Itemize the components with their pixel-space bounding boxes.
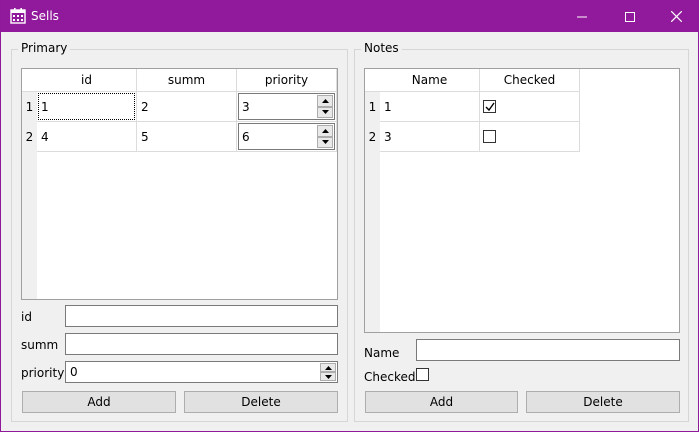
notes-group: Notes Name Checked 1 1 2 3 Name Checked …	[354, 41, 689, 422]
cell-id[interactable]: 1	[37, 92, 137, 122]
row-number[interactable]: 1	[22, 92, 37, 122]
primary-table-header: id summ priority	[37, 69, 337, 92]
table-corner[interactable]	[365, 69, 380, 92]
primary-table[interactable]: id summ priority 1 1 2 3 2 4 5 6	[21, 68, 338, 300]
row-checkbox-checked[interactable]	[483, 100, 496, 113]
minimize-button[interactable]	[559, 1, 605, 32]
cell-summ[interactable]: 2	[137, 92, 237, 122]
spin-down-button[interactable]	[320, 372, 336, 381]
column-header-name[interactable]: Name	[380, 69, 480, 92]
row-number[interactable]: 2	[365, 122, 380, 152]
spin-up-button[interactable]	[320, 363, 336, 372]
cell-id-value: 4	[41, 130, 49, 144]
spin-down-button[interactable]	[317, 136, 333, 148]
priority-stepper[interactable]: 0	[65, 361, 338, 383]
cell-priority-value: 3	[242, 100, 250, 114]
cell-summ-value: 5	[141, 130, 149, 144]
minimize-icon	[577, 16, 587, 17]
table-row[interactable]: 2 3	[365, 122, 580, 152]
summ-label: summ	[21, 338, 59, 352]
close-icon	[670, 11, 682, 22]
cell-priority[interactable]: 6	[237, 122, 337, 152]
chevron-up-icon	[324, 365, 332, 370]
spin-up-button[interactable]	[317, 95, 333, 107]
column-header-checked[interactable]: Checked	[480, 69, 580, 92]
spin-down-button[interactable]	[317, 106, 333, 118]
spin-up-button[interactable]	[317, 125, 333, 137]
notes-group-title: Notes	[361, 41, 402, 55]
maximize-button[interactable]	[607, 1, 653, 32]
primary-delete-button[interactable]: Delete	[184, 391, 338, 413]
table-row[interactable]: 1 1 2 3	[22, 92, 337, 122]
chevron-down-icon	[321, 140, 329, 145]
maximize-icon	[625, 11, 635, 22]
priority-spinbox[interactable]: 6	[238, 123, 335, 150]
cell-id-value: 1	[41, 100, 49, 114]
focus-indicator	[38, 93, 135, 120]
notes-add-button[interactable]: Add	[365, 391, 518, 413]
priority-stepper-value: 0	[70, 365, 78, 379]
checked-checkbox[interactable]	[416, 368, 429, 381]
priority-label: priority	[21, 366, 65, 380]
cell-summ-value: 2	[141, 100, 149, 114]
chevron-down-icon	[324, 374, 332, 379]
cell-priority-value: 6	[242, 130, 250, 144]
cell-name[interactable]: 3	[380, 122, 480, 152]
primary-group-title: Primary	[18, 41, 71, 55]
sells-window: Sells Primary id summ priority 1 1 2 3 2…	[0, 0, 699, 432]
checked-label: Checked	[364, 370, 416, 384]
name-label: Name	[364, 346, 400, 360]
priority-spinbox[interactable]: 3	[238, 93, 335, 120]
row-number[interactable]: 1	[365, 92, 380, 122]
cell-summ[interactable]: 5	[137, 122, 237, 152]
title-bar[interactable]: Sells	[1, 1, 698, 32]
column-header-id[interactable]: id	[37, 69, 137, 92]
calendar-icon	[10, 8, 26, 24]
spin-buttons	[317, 125, 333, 148]
cell-name-value: 3	[384, 130, 392, 144]
column-header-summ[interactable]: summ	[137, 69, 237, 92]
client-area: Primary id summ priority 1 1 2 3 2 4 5 6…	[1, 32, 698, 431]
cell-priority[interactable]: 3	[237, 92, 337, 122]
spin-buttons	[320, 363, 336, 381]
notes-table-header: Name Checked	[380, 69, 580, 92]
summ-field[interactable]	[65, 333, 338, 355]
window-title: Sells	[31, 9, 59, 23]
row-number[interactable]: 2	[22, 122, 37, 152]
cell-id[interactable]: 4	[37, 122, 137, 152]
table-row[interactable]: 2 4 5 6	[22, 122, 337, 152]
row-checkbox-unchecked[interactable]	[483, 130, 496, 143]
notes-table[interactable]: Name Checked 1 1 2 3	[364, 68, 680, 333]
primary-add-button[interactable]: Add	[22, 391, 176, 413]
chevron-down-icon	[321, 110, 329, 115]
primary-group: Primary id summ priority 1 1 2 3 2 4 5 6…	[11, 41, 348, 422]
spin-buttons	[317, 95, 333, 118]
table-corner[interactable]	[22, 69, 37, 92]
name-field[interactable]	[416, 339, 680, 361]
checkmark-icon	[485, 102, 495, 112]
close-button[interactable]	[653, 1, 699, 32]
id-label: id	[21, 310, 32, 324]
cell-name[interactable]: 1	[380, 92, 480, 122]
cell-checked[interactable]	[480, 92, 580, 122]
chevron-up-icon	[321, 128, 329, 133]
notes-delete-button[interactable]: Delete	[526, 391, 680, 413]
id-field[interactable]	[65, 305, 338, 327]
cell-checked[interactable]	[480, 122, 580, 152]
column-header-priority[interactable]: priority	[237, 69, 337, 92]
table-row[interactable]: 1 1	[365, 92, 580, 122]
cell-name-value: 1	[384, 100, 392, 114]
chevron-up-icon	[321, 98, 329, 103]
